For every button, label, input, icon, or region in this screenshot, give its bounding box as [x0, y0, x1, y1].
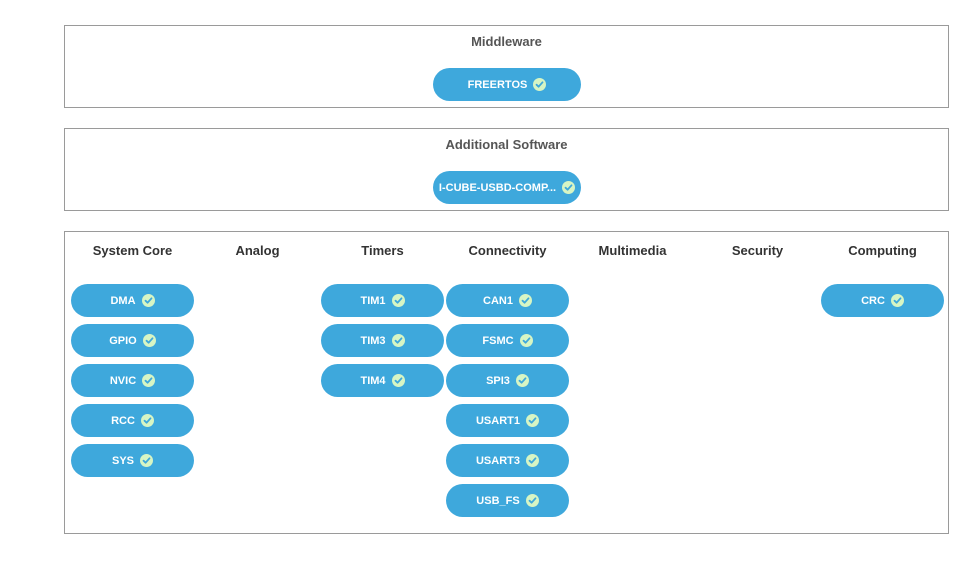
peripheral-button-fsmc[interactable]: FSMC: [446, 324, 569, 357]
category-header-security: Security: [731, 243, 784, 258]
peripheral-button-gpio[interactable]: GPIO: [71, 324, 194, 357]
pill-label: SYS: [111, 454, 134, 467]
peripheral-button-usb-fs[interactable]: USB_FS: [446, 484, 569, 517]
peripheral-button-can1[interactable]: CAN1: [446, 284, 569, 317]
pill-label: USB_FS: [476, 494, 520, 507]
pill-label: SPI3: [486, 374, 510, 387]
check-circle-icon: [890, 294, 904, 307]
middleware-freertos-button[interactable]: FREERTOS: [433, 68, 581, 101]
category-header-computing: Computing: [848, 243, 917, 258]
middleware-title: Middleware: [471, 34, 542, 49]
pill-label: FSMC: [482, 334, 514, 347]
check-circle-icon: [140, 414, 154, 427]
category-header-analog: Analog: [235, 243, 280, 258]
pill-label: I-CUBE-USBD-COMP...: [438, 181, 557, 194]
peripheral-button-nvic[interactable]: NVIC: [71, 364, 194, 397]
pill-label: NVIC: [109, 374, 137, 387]
peripheral-button-crc[interactable]: CRC: [821, 284, 944, 317]
check-circle-icon: [533, 78, 547, 91]
check-circle-icon: [525, 494, 539, 507]
check-circle-icon: [526, 414, 539, 427]
peripheral-categories-panel: System Core DMA GPIO NVIC RCC SYS Analog Timers…: [64, 231, 949, 534]
peripheral-button-spi3[interactable]: SPI3: [446, 364, 569, 397]
pill-label: USART3: [475, 454, 520, 467]
additional-software-title: Additional Software: [445, 137, 568, 152]
pill-label: USART1: [475, 414, 520, 427]
peripheral-button-usart1[interactable]: USART1: [446, 404, 569, 437]
check-circle-icon: [526, 454, 539, 467]
pill-label: GPIO: [109, 334, 137, 347]
check-circle-icon: [141, 294, 155, 307]
check-circle-icon: [391, 294, 405, 307]
pill-label: DMA: [110, 294, 136, 307]
middleware-panel: Middleware FREERTOS: [64, 25, 949, 108]
peripheral-button-dma[interactable]: DMA: [71, 284, 194, 317]
check-circle-icon: [391, 374, 405, 387]
pill-label: CRC: [861, 294, 885, 307]
peripheral-button-tim4[interactable]: TIM4: [321, 364, 444, 397]
category-header-connectivity: Connectivity: [468, 243, 547, 258]
check-circle-icon: [515, 374, 529, 387]
pill-label: TIM4: [360, 374, 386, 387]
category-header-timers: Timers: [361, 243, 404, 258]
check-circle-icon: [142, 334, 156, 347]
pill-label: TIM1: [360, 294, 386, 307]
check-circle-icon: [562, 181, 576, 194]
check-circle-icon: [142, 374, 156, 387]
pill-label: FREERTOS: [467, 78, 528, 91]
check-circle-icon: [519, 334, 533, 347]
peripheral-button-rcc[interactable]: RCC: [71, 404, 194, 437]
category-header-system-core: System Core: [92, 243, 173, 258]
check-circle-icon: [518, 294, 532, 307]
category-header-multimedia: Multimedia: [598, 243, 667, 258]
pill-label: TIM3: [360, 334, 386, 347]
check-circle-icon: [391, 334, 405, 347]
pill-label: RCC: [111, 414, 135, 427]
additional-software-panel: Additional Software I-CUBE-USBD-COMP...: [64, 128, 949, 211]
pill-label: CAN1: [483, 294, 513, 307]
peripheral-button-tim1[interactable]: TIM1: [321, 284, 444, 317]
additional-software-pack-button[interactable]: I-CUBE-USBD-COMP...: [433, 171, 581, 204]
peripheral-button-sys[interactable]: SYS: [71, 444, 194, 477]
check-circle-icon: [140, 454, 153, 467]
peripheral-button-usart3[interactable]: USART3: [446, 444, 569, 477]
peripheral-button-tim3[interactable]: TIM3: [321, 324, 444, 357]
